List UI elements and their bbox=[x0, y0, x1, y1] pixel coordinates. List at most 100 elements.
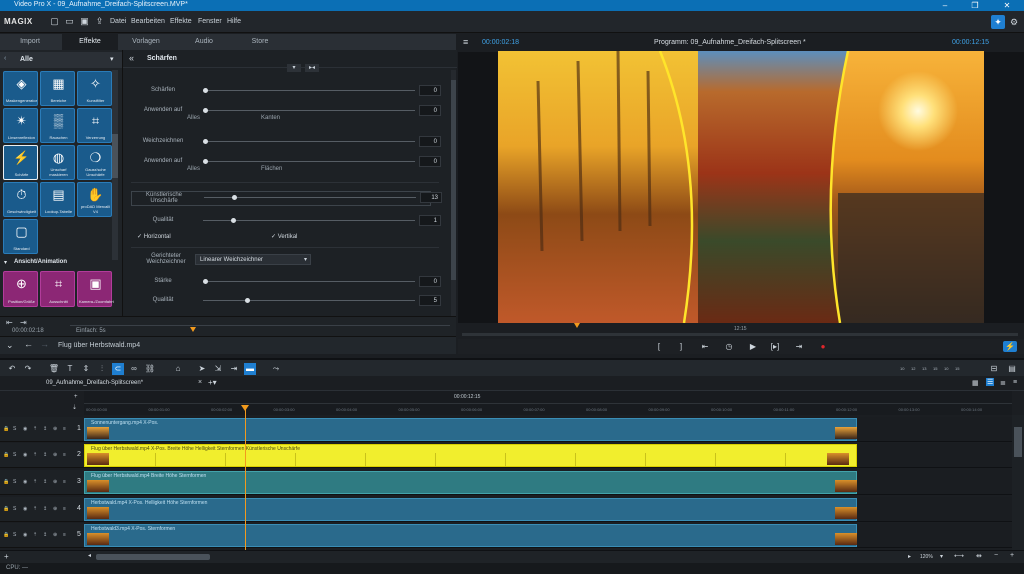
zoom-preset[interactable]: 13 bbox=[922, 366, 926, 371]
timeline-view-icon[interactable]: ☰ bbox=[986, 378, 995, 386]
effect-tile[interactable]: ▒ Rauschen bbox=[40, 108, 75, 143]
video-clip[interactable]: Herbstwald.mp4 X-Pos. Helligkeit Höhe St… bbox=[84, 498, 857, 521]
chevron-down-icon[interactable]: ⌄ bbox=[6, 340, 14, 351]
setting-value[interactable]: 1 bbox=[419, 215, 441, 226]
filter-icon[interactable]: ⇣ bbox=[72, 404, 77, 411]
directional-blur-select[interactable]: Linearer Weichzeichner ▾ bbox=[195, 254, 311, 265]
slider-knob[interactable] bbox=[230, 218, 236, 223]
effect-tile[interactable]: ⚡ Schärfe bbox=[3, 145, 38, 180]
menu-datei[interactable]: Datei bbox=[110, 18, 126, 25]
add-track-icon[interactable]: + bbox=[74, 394, 78, 400]
video-clip[interactable]: Herbstwald3.mp4 X-Pos. Sternformen bbox=[84, 524, 857, 547]
move-icon[interactable]: ⇕ bbox=[80, 363, 92, 375]
menu-icon[interactable]: ≡ bbox=[63, 479, 66, 485]
split-icon[interactable]: ⫶ bbox=[96, 363, 108, 375]
slider-knob[interactable] bbox=[231, 195, 237, 200]
tab-audio[interactable]: Audio bbox=[176, 34, 232, 50]
mute-icon[interactable]: ◉ bbox=[23, 426, 27, 432]
track-lane[interactable]: Herbstwald3.mp4 X-Pos. Sternformen bbox=[84, 523, 1012, 548]
video-icon[interactable]: ⇡ bbox=[33, 506, 37, 512]
draw-mode-icon[interactable]: ▬ bbox=[244, 363, 256, 375]
chevron-down-icon[interactable]: ▾ bbox=[110, 55, 114, 63]
mark-in-icon[interactable]: [ bbox=[652, 341, 666, 352]
menu-bearbeiten[interactable]: Bearbeiten bbox=[131, 18, 165, 25]
forward-icon[interactable]: ⇥ bbox=[20, 318, 27, 327]
zoom-in-icon[interactable]: + bbox=[4, 552, 9, 561]
track-lane[interactable]: Sonnenuntergang.mp4 X-Pos. bbox=[84, 417, 1012, 442]
export-icon[interactable]: ⇪ bbox=[94, 16, 105, 27]
loop-icon[interactable]: ◷ bbox=[722, 341, 736, 352]
slider-knob[interactable] bbox=[203, 139, 208, 144]
timeline-vscroll[interactable] bbox=[1012, 415, 1024, 550]
menu-icon[interactable]: ≡ bbox=[63, 426, 66, 432]
fx-icon[interactable]: ⊕ bbox=[53, 452, 57, 458]
lock-icon[interactable]: 🔒 bbox=[3, 532, 9, 538]
reset-icon[interactable]: ▸◂ bbox=[305, 64, 319, 72]
category-header-anim[interactable]: ▾ Ansicht/Animation bbox=[0, 257, 122, 269]
effect-tile[interactable]: ⏱ Geschwindigkeit bbox=[3, 182, 38, 217]
menu-hilfe[interactable]: Hilfe bbox=[227, 18, 241, 25]
solo-icon[interactable]: S bbox=[13, 479, 16, 485]
check-vertical[interactable]: ✓ Vertikal bbox=[271, 233, 297, 240]
timeline-ruler[interactable]: 00:00:12:15 00:00:00:00 00:00:01:00 00:00:… bbox=[84, 391, 1012, 415]
jump-start-icon[interactable]: ⇤ bbox=[698, 341, 712, 352]
track-lane[interactable]: Herbstwald.mp4 X-Pos. Helligkeit Höhe St… bbox=[84, 497, 1012, 522]
setting-slider[interactable] bbox=[204, 195, 416, 200]
zoom-preset[interactable]: 10 bbox=[944, 366, 948, 371]
menu-effekte[interactable]: Effekte bbox=[170, 18, 192, 25]
solo-icon[interactable]: S bbox=[13, 452, 16, 458]
lock-icon[interactable]: 🔒 bbox=[3, 479, 9, 485]
playhead-marker[interactable] bbox=[241, 405, 249, 411]
setting-slider[interactable] bbox=[203, 298, 415, 303]
setting-value[interactable]: 0 bbox=[419, 105, 441, 116]
link-icon[interactable]: ∞ bbox=[128, 363, 140, 375]
check-horizontal[interactable]: ✓ Horizontal bbox=[137, 233, 171, 240]
track-lane[interactable]: Flug über Herbstwald.mp4 Breite Höhe Ste… bbox=[84, 470, 1012, 495]
lock-icon[interactable]: 🔒 bbox=[3, 506, 9, 512]
video-icon[interactable]: ⇡ bbox=[33, 479, 37, 485]
effect-tile[interactable]: ◍ Unscharf maskieren bbox=[40, 145, 75, 180]
audio-meter-icon[interactable]: ⊟ bbox=[988, 363, 1000, 375]
video-icon[interactable]: ⇡ bbox=[33, 426, 37, 432]
collapse-panel-icon[interactable]: « bbox=[129, 53, 134, 63]
audio-icon[interactable]: ↥ bbox=[43, 426, 47, 432]
zoom-plus-icon[interactable]: + bbox=[1010, 552, 1014, 559]
effect-tile[interactable]: ❍ Gauss'sche Unschärfe bbox=[77, 145, 112, 180]
overview-icon[interactable]: ≡ bbox=[1013, 379, 1017, 386]
collapse-icon[interactable]: ▾ bbox=[4, 259, 7, 266]
solo-icon[interactable]: S bbox=[13, 532, 16, 538]
track-lane[interactable]: Flug über Herbstwald.mp4 X-Pos. Breite H… bbox=[84, 443, 1012, 468]
effect-tile[interactable]: ⌗ Verzerrung bbox=[77, 108, 112, 143]
close-icon[interactable]: ✕ bbox=[996, 0, 1018, 11]
solo-icon[interactable]: S bbox=[13, 506, 16, 512]
trim-icon[interactable]: ⇥ bbox=[228, 363, 240, 375]
effect-tile[interactable]: ✋ proDAD Mercalli V4 bbox=[77, 182, 112, 217]
scroll-right-icon[interactable]: ▸ bbox=[908, 553, 911, 560]
monitor-scrubber[interactable]: 12:15 bbox=[458, 323, 1024, 339]
open-folder-icon[interactable]: ▭ bbox=[64, 16, 75, 27]
effect-scrollbar[interactable] bbox=[112, 70, 118, 260]
video-preview[interactable] bbox=[498, 51, 984, 323]
setting-slider[interactable] bbox=[203, 159, 415, 164]
setting-value[interactable]: 0 bbox=[419, 85, 441, 96]
fit-project-icon[interactable]: ⇹ bbox=[976, 552, 982, 560]
zoom-out-icon[interactable]: − bbox=[994, 552, 998, 559]
scene-view-icon[interactable]: ≣ bbox=[1000, 379, 1006, 387]
zoom-level[interactable]: 120% bbox=[920, 554, 933, 560]
preview-playhead-marker[interactable] bbox=[190, 327, 196, 332]
delete-icon[interactable]: 🗑 bbox=[48, 363, 60, 375]
menu-icon[interactable]: ≡ bbox=[63, 452, 66, 458]
list-view-icon[interactable]: ▤ bbox=[1006, 363, 1018, 375]
menu-icon[interactable]: ≡ bbox=[63, 506, 66, 512]
setting-value[interactable]: 0 bbox=[419, 276, 441, 287]
slider-knob[interactable] bbox=[245, 298, 251, 303]
save-icon[interactable]: ▣ bbox=[79, 16, 90, 27]
audio-icon[interactable]: ↥ bbox=[43, 506, 47, 512]
video-clip[interactable]: Flug über Herbstwald.mp4 Breite Höhe Ste… bbox=[84, 471, 857, 494]
record-icon[interactable]: ● bbox=[816, 341, 830, 352]
tab-project[interactable]: 09_Aufnahme_Dreifach-Splitscreen* bbox=[46, 380, 143, 386]
fx-icon[interactable]: ⊕ bbox=[53, 506, 57, 512]
redo-icon[interactable]: ↷ bbox=[22, 363, 34, 375]
setting-slider[interactable] bbox=[203, 108, 415, 113]
anim-effect-tile[interactable]: ▣ Kamera-/Zoomfahrt bbox=[77, 271, 114, 307]
